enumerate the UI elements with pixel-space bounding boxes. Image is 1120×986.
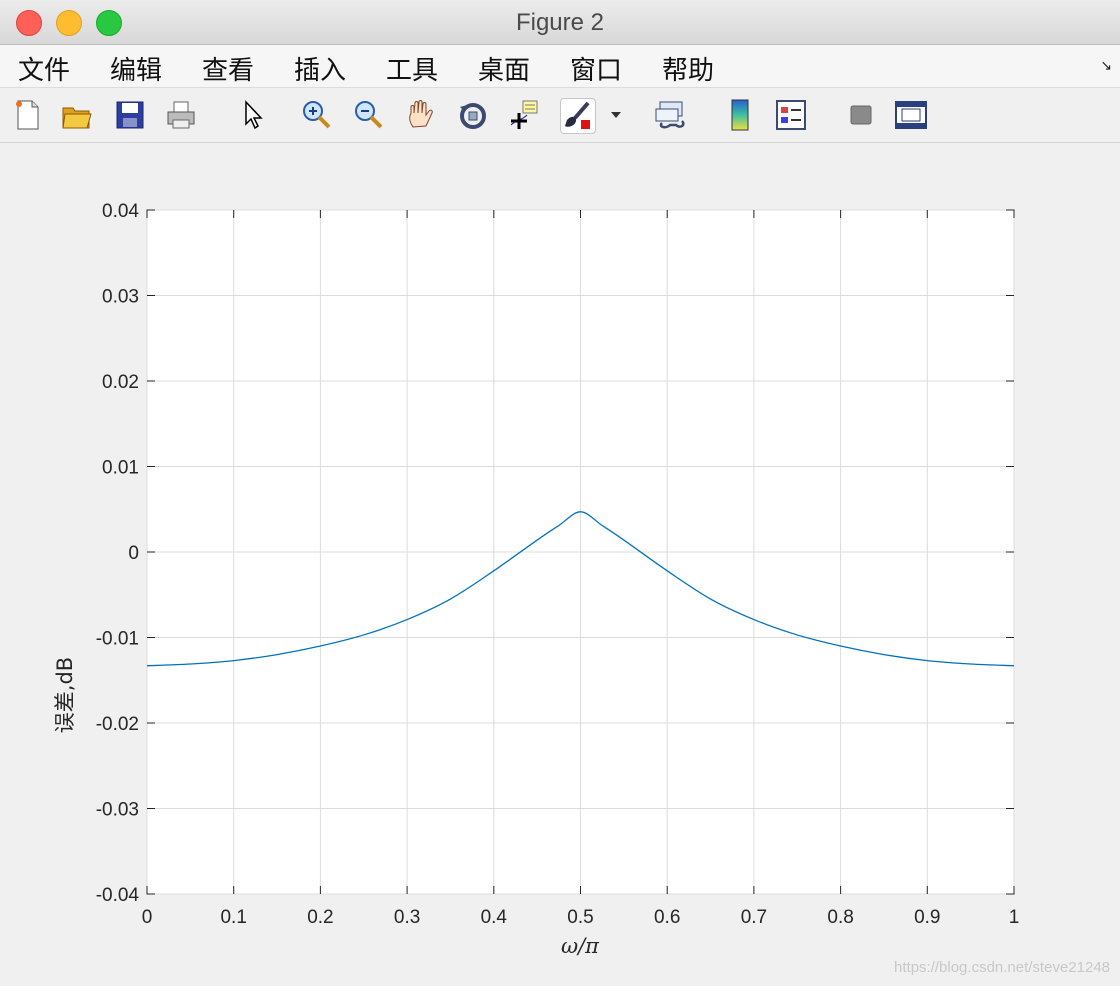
menu-desktop[interactable]: 桌面 <box>478 50 530 87</box>
y-tick-label: -0.04 <box>96 885 140 906</box>
x-tick-label: 0.5 <box>567 907 593 928</box>
legend-icon[interactable] <box>774 98 808 132</box>
data-cursor-icon[interactable] <box>508 98 542 132</box>
menu-window[interactable]: 窗口 <box>570 50 622 87</box>
watermark-text: https://blog.csdn.net/steve21248 <box>894 959 1110 976</box>
rotate-3d-icon[interactable] <box>456 98 490 132</box>
y-axis-label: 误差,dB <box>53 657 77 733</box>
brush-dropdown-icon[interactable] <box>606 98 626 132</box>
brush-icon[interactable] <box>560 98 596 134</box>
menu-file[interactable]: 文件 <box>18 50 70 87</box>
y-tick-label: 0.04 <box>102 201 139 222</box>
show-plot-tools-icon[interactable] <box>894 98 928 132</box>
y-tick-label: -0.01 <box>96 629 139 650</box>
x-tick-label: 0.7 <box>741 907 767 928</box>
y-tick-label: 0 <box>128 543 139 564</box>
x-tick-label: 0.3 <box>394 907 420 928</box>
zoom-out-icon[interactable] <box>352 98 386 132</box>
menu-insert[interactable]: 插入 <box>294 50 346 87</box>
y-tick-label: 0.03 <box>102 287 139 308</box>
y-tick-label: -0.03 <box>96 800 139 821</box>
colorbar-icon[interactable] <box>723 98 757 132</box>
link-plot-icon[interactable] <box>654 98 688 132</box>
menu-bar: 文件 编辑 查看 插入 工具 桌面 窗口 帮助 ↘ <box>0 45 1120 88</box>
menu-view[interactable]: 查看 <box>202 50 254 87</box>
figure-toolbar <box>0 88 1120 143</box>
x-tick-label: 0 <box>142 907 153 928</box>
x-tick-label: 0.4 <box>481 907 508 928</box>
print-icon[interactable] <box>164 98 198 132</box>
menu-help[interactable]: 帮助 <box>662 50 714 87</box>
zoom-in-icon[interactable] <box>300 98 334 132</box>
y-tick-label: 0.02 <box>102 372 139 393</box>
x-tick-label: 1 <box>1009 907 1020 928</box>
x-tick-label: 0.2 <box>307 907 333 928</box>
x-tick-label: 0.6 <box>654 907 680 928</box>
open-file-icon[interactable] <box>60 98 94 132</box>
x-tick-label: 0.1 <box>220 907 246 928</box>
title-bar: Figure 2 <box>0 0 1120 45</box>
error-plot[interactable]: 0 0.1 0.2 0.3 0.4 0.5 0.6 0.7 0.8 0.9 1 0.04 0.03 0.0… <box>0 143 1120 986</box>
pan-hand-icon[interactable] <box>404 98 438 132</box>
y-tick-label: -0.02 <box>96 714 139 735</box>
menu-tools[interactable]: 工具 <box>386 50 438 87</box>
window-title: Figure 2 <box>515 9 605 36</box>
save-icon[interactable] <box>113 98 147 132</box>
hide-plot-tools-icon[interactable] <box>843 98 877 132</box>
x-tick-label: 0.8 <box>827 907 853 928</box>
x-axis-label: ω/π <box>561 934 600 958</box>
dock-arrow-icon[interactable]: ↘ <box>1100 57 1112 74</box>
select-pointer-icon[interactable] <box>236 98 270 132</box>
x-tick-label: 0.9 <box>914 907 940 928</box>
y-tick-label: 0.01 <box>102 458 139 479</box>
new-figure-icon[interactable] <box>10 98 44 132</box>
menu-edit[interactable]: 编辑 <box>110 50 162 87</box>
